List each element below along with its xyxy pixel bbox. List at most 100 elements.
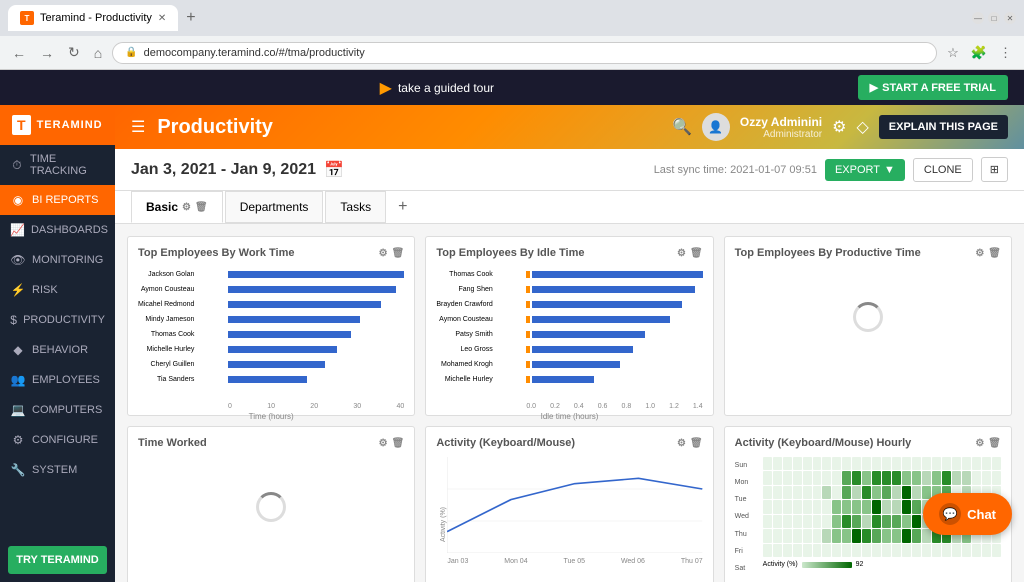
bar-label-4: Mindy Jameson xyxy=(138,316,197,323)
explain-page-btn[interactable]: EXPLAIN THIS PAGE xyxy=(879,115,1008,139)
user-info: Ozzy Adminini Administrator xyxy=(740,115,822,140)
x-label-30: 30 xyxy=(353,403,361,410)
back-btn[interactable]: ← xyxy=(8,43,30,63)
dashboards-icon: 📈 xyxy=(10,223,25,237)
heatmap-cell xyxy=(832,500,841,513)
heatmap-cell xyxy=(803,500,812,513)
chart-productive-trash[interactable]: 🗑 xyxy=(988,248,1001,259)
activity-x-labels: Jan 03Mon 04Tue 05Wed 06Thu 07 xyxy=(447,558,702,565)
time-tracking-icon: ⏱ xyxy=(10,158,24,173)
heatmap-cell xyxy=(852,500,861,513)
chart-activity-actions: ⚙ 🗑 xyxy=(677,438,703,449)
ssl-icon: 🔒 xyxy=(125,47,137,58)
basic-trash-icon[interactable]: 🗑 xyxy=(195,202,208,213)
y-axis-label: Activity (%) xyxy=(440,508,447,543)
chart-activity-content: Activity (%) Jan 03Mon 04Tue 05Wed 06Thu… xyxy=(436,457,702,577)
sidebar-logo: T TERAMIND xyxy=(0,105,115,145)
chart-time-worked-trash[interactable]: 🗑 xyxy=(392,438,405,449)
heatmap-cell xyxy=(852,544,861,557)
heatmap-cell xyxy=(982,457,991,470)
chat-label: Chat xyxy=(967,507,996,522)
chart-work-time-gear[interactable]: ⚙ xyxy=(379,248,388,259)
heatmap-cell xyxy=(813,529,822,542)
idle-label-1: Thomas Cook xyxy=(436,271,495,278)
heatmap-cell xyxy=(813,471,822,484)
heatmap-cell xyxy=(922,457,931,470)
heatmap-cell xyxy=(902,486,911,499)
heatmap-cell xyxy=(763,515,772,528)
chat-button[interactable]: 💬 Chat xyxy=(923,493,1012,535)
tab-close-btn[interactable]: ✕ xyxy=(158,13,166,24)
system-icon: 🔧 xyxy=(10,463,26,477)
tab-tasks[interactable]: Tasks xyxy=(325,191,386,223)
sidebar-item-monitoring[interactable]: 👁 MONITORING xyxy=(0,245,115,275)
date-range-text: Jan 3, 2021 - Jan 9, 2021 xyxy=(131,161,316,179)
settings-icon[interactable]: ⚙ xyxy=(832,117,846,137)
sidebar-item-system[interactable]: 🔧 SYSTEM xyxy=(0,455,115,485)
chart-hourly-gear[interactable]: ⚙ xyxy=(975,438,984,449)
reload-btn[interactable]: ↻ xyxy=(64,42,84,63)
tour-center[interactable]: ▶ take a guided tour xyxy=(380,78,494,98)
star-btn[interactable]: ☆ xyxy=(943,43,963,63)
sidebar-item-bi-reports[interactable]: ◉ BI REPORTS xyxy=(0,185,115,215)
heatmap-cell xyxy=(842,544,851,557)
search-icon[interactable]: 🔍 xyxy=(672,117,692,137)
sidebar-item-dashboards[interactable]: 📈 DASHBOARDS xyxy=(0,215,115,245)
basic-gear-icon[interactable]: ⚙ xyxy=(182,202,191,213)
productivity-icon: $ xyxy=(10,313,17,327)
heatmap-cell xyxy=(912,500,921,513)
address-bar[interactable]: 🔒 democompany.teramind.co/#/tma/producti… xyxy=(112,42,937,64)
window-minimize-btn[interactable]: — xyxy=(972,12,984,24)
sidebar-item-risk[interactable]: ⚡ RISK xyxy=(0,275,115,305)
forward-btn[interactable]: → xyxy=(36,43,58,63)
heatmap-cell xyxy=(862,471,871,484)
sidebar-item-configure[interactable]: ⚙ CONFIGURE xyxy=(0,425,115,455)
new-tab-btn[interactable]: + xyxy=(186,9,195,27)
home-btn[interactable]: ⌂ xyxy=(90,43,106,63)
chart-hourly-header: Activity (Keyboard/Mouse) Hourly ⚙ 🗑 xyxy=(735,437,1001,449)
browser-tab[interactable]: T Teramind - Productivity ✕ xyxy=(8,5,178,31)
window-maximize-btn[interactable]: □ xyxy=(988,12,1000,24)
chart-activity-trash[interactable]: 🗑 xyxy=(690,438,703,449)
help-icon[interactable]: ◇ xyxy=(856,117,868,137)
tab-add-btn[interactable]: + xyxy=(388,192,417,222)
configure-icon: ⚙ xyxy=(10,433,26,447)
chart-productive-gear[interactable]: ⚙ xyxy=(975,248,984,259)
hamburger-icon[interactable]: ☰ xyxy=(131,117,145,137)
calendar-icon[interactable]: 📅 xyxy=(324,160,344,180)
filter-btn[interactable]: ⊞ xyxy=(981,157,1008,182)
window-close-btn[interactable]: ✕ xyxy=(1004,12,1016,24)
tab-departments[interactable]: Departments xyxy=(225,191,324,223)
sidebar-label-risk: RISK xyxy=(32,284,58,296)
chart-hourly-trash[interactable]: 🗑 xyxy=(988,438,1001,449)
heatmap-cell xyxy=(922,544,931,557)
sidebar-item-behavior[interactable]: ◆ BEHAVIOR xyxy=(0,335,115,365)
sidebar-item-time-tracking[interactable]: ⏱ TIME TRACKING xyxy=(0,145,115,185)
try-teramind-btn[interactable]: TRY TERAMIND xyxy=(8,546,107,574)
heatmap-cell xyxy=(852,515,861,528)
chart-time-worked-gear[interactable]: ⚙ xyxy=(379,438,388,449)
chart-idle-gear[interactable]: ⚙ xyxy=(677,248,686,259)
app-container: T TERAMIND ⏱ TIME TRACKING ◉ BI REPORTS … xyxy=(0,105,1024,582)
idle-label-3: Brayden Crawford xyxy=(436,301,495,308)
sidebar-item-computers[interactable]: 💻 COMPUTERS xyxy=(0,395,115,425)
tabs-bar: Basic ⚙ 🗑 Departments Tasks + xyxy=(115,191,1024,224)
heatmap-cell xyxy=(942,457,951,470)
tab-basic[interactable]: Basic ⚙ 🗑 xyxy=(131,191,223,223)
start-trial-btn[interactable]: ▶ START A FREE TRIAL xyxy=(858,75,1008,100)
heatmap-cell xyxy=(832,515,841,528)
extensions-btn[interactable]: 🧩 xyxy=(967,43,991,63)
chart-work-time-trash[interactable]: 🗑 xyxy=(392,248,405,259)
menu-btn[interactable]: ⋮ xyxy=(995,43,1016,63)
sidebar-item-productivity[interactable]: $ PRODUCTIVITY xyxy=(0,305,115,335)
topbar: ☰ Productivity 🔍 👤 Ozzy Adminini Adminis… xyxy=(115,105,1024,149)
chart-idle-trash[interactable]: 🗑 xyxy=(690,248,703,259)
heatmap-cell xyxy=(793,544,802,557)
chart-activity-title: Activity (Keyboard/Mouse) xyxy=(436,437,575,449)
sidebar-item-employees[interactable]: 👥 EMPLOYEES xyxy=(0,365,115,395)
chart-activity-gear[interactable]: ⚙ xyxy=(677,438,686,449)
heatmap-cell xyxy=(882,500,891,513)
heatmap-cell xyxy=(832,471,841,484)
clone-btn[interactable]: CLONE xyxy=(913,158,973,182)
export-btn[interactable]: EXPORT ▼ xyxy=(825,159,905,181)
